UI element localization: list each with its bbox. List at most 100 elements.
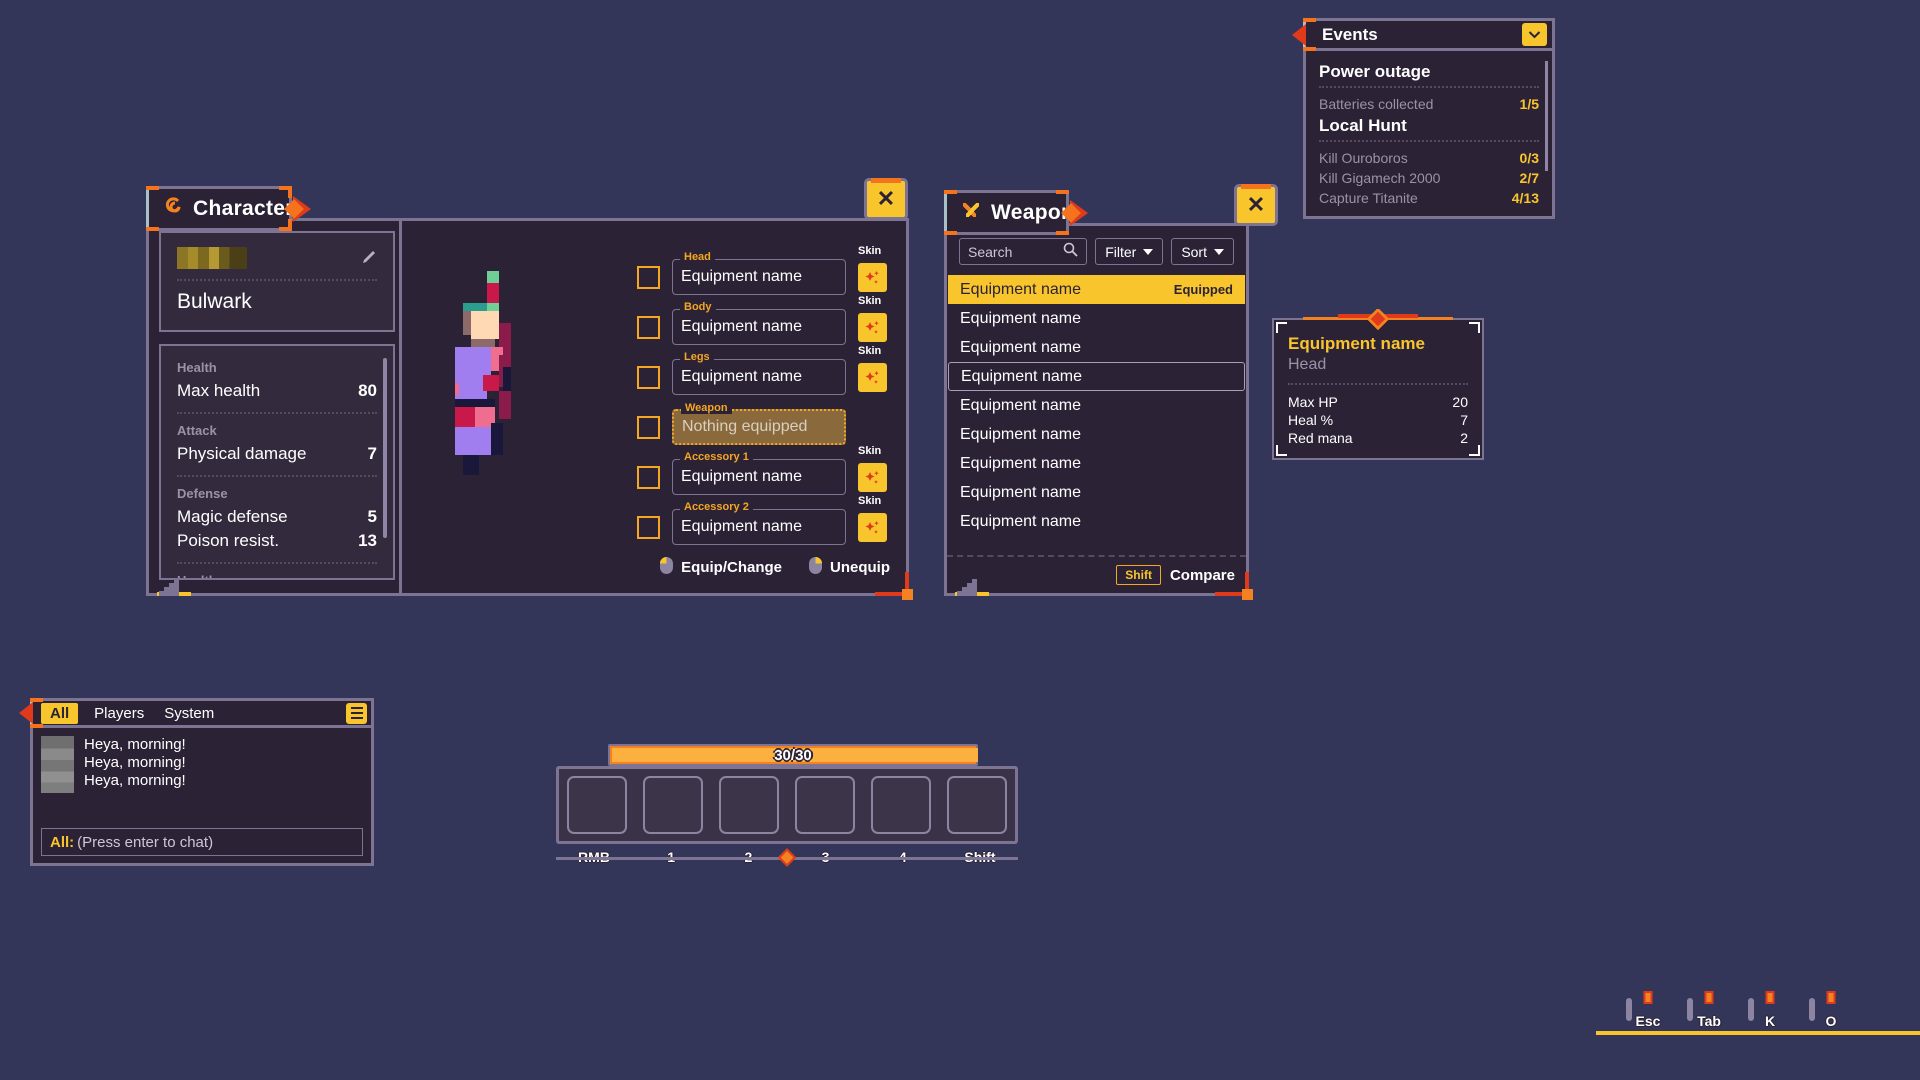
character-stats-card: Health Max health 80 Attack Physical dam… [159,344,395,580]
item-name: Equipment name [960,454,1081,472]
tab-corner-decoration [146,186,159,190]
objective-name: Kill Gigamech 2000 [1319,170,1441,186]
chat-tab-players[interactable]: Players [90,704,148,723]
keybutton-esc[interactable]: Esc [1626,991,1670,1029]
search-input[interactable] [968,243,1064,260]
keybutton-rail-decoration [1596,1031,1920,1035]
list-item[interactable]: Equipment name [948,304,1245,333]
hotbar-slot[interactable] [643,776,703,834]
close-icon: ✕ [876,186,896,211]
sparkle-icon[interactable] [858,362,887,392]
slot-value: Nothing equipped [682,418,808,435]
filter-dropdown[interactable]: Filter [1095,238,1164,265]
character-window-tab[interactable]: Character [146,186,311,231]
list-item[interactable]: Equipment name [948,333,1245,362]
events-header[interactable]: Events [1292,18,1555,51]
objective-row: Batteries collected 1/5 [1319,94,1539,114]
slot-checkbox-weapon[interactable] [637,415,660,439]
list-item[interactable]: Equipment name [948,420,1245,449]
weapon-window-tab[interactable]: Weapon [944,190,1088,235]
keybutton-tab[interactable]: Tab [1687,991,1731,1029]
list-item[interactable]: Equipment name [948,507,1245,536]
equip-change-action[interactable]: Equip/Change [659,556,782,579]
list-item[interactable]: Equipment name [948,478,1245,507]
stat-value: 20 [1452,394,1468,410]
stat-name: Magic defense [177,507,288,526]
character-panel-divider [399,221,402,593]
chat-messages: Heya, morning! Heya, morning! Heya, morn… [41,736,363,793]
slot-checkbox-legs[interactable] [637,365,660,389]
hamburger-menu-icon[interactable] [346,702,367,724]
slot-checkbox-accessory-2[interactable] [637,515,660,539]
chat-message: Heya, morning! [84,736,186,753]
tab-corner-decoration [1056,190,1069,194]
compare-label[interactable]: Compare [1170,567,1235,584]
list-item[interactable]: Equipment name [948,449,1245,478]
tooltip-gem-decoration [1278,307,1478,331]
slot-checkbox-head[interactable] [637,265,660,289]
character-equipment-column: Head Equipment name Skin Body Equipment … [407,231,896,583]
keybutton-o[interactable]: O [1809,991,1853,1029]
skin-label: Skin [858,244,882,257]
keybutton-k[interactable]: K [1748,991,1792,1029]
chat-input[interactable]: All: (Press enter to chat) [41,828,363,856]
sparkle-icon[interactable] [858,312,887,342]
chevron-down-icon[interactable] [1522,23,1547,46]
character-panel-body: Bulwark Health Max health 80 Attack Phys… [146,218,913,600]
slot-value: Equipment name [681,268,802,285]
stat-value: 7 [367,444,377,463]
hotbar-keybinds: RMB 1 2 3 4 Shift [556,846,1018,868]
list-item[interactable]: Equipment name [948,362,1245,391]
hotbar-slot[interactable] [871,776,931,834]
keybutton-pin-decoration [1704,991,1714,1004]
item-name: Equipment name [960,512,1081,530]
list-item[interactable]: Equipment name [948,391,1245,420]
sparkle-icon[interactable] [858,462,887,492]
objective-row: Kill Ouroboros 0/3 [1319,148,1539,168]
sort-dropdown[interactable]: Sort [1171,238,1234,265]
slot-checkbox-accessory-1[interactable] [637,465,660,489]
objective-row: Capture Titanite 4/13 [1319,188,1539,208]
filter-label: Filter [1105,243,1137,260]
item-name: Equipment name [960,309,1081,327]
character-window-title: Character [193,196,294,220]
hotbar-slot[interactable] [947,776,1007,834]
slot-field-head[interactable]: Head Equipment name [672,251,846,295]
stat-name: Physical damage [177,444,307,463]
weapon-close-button[interactable]: ✕ [1234,184,1278,226]
chat-tab-system[interactable]: System [160,704,218,723]
divider [177,562,377,564]
tooltip-subtitle: Head [1288,356,1327,373]
character-action-hints: Equip/Change Unequip [659,556,890,579]
equipment-slot-row: Weapon Nothing equipped [637,402,887,445]
chat-channel-prefix: All: [50,833,75,851]
slot-field-accessory-2[interactable]: Accessory 2 Equipment name [672,501,846,545]
list-item[interactable]: Equipment name Equipped [948,275,1245,304]
equipment-slot-row: Accessory 2 Equipment name Skin [637,495,887,545]
character-window: Character Bulwark Health Max health 80 A… [146,178,913,600]
unequip-action[interactable]: Unequip [808,556,890,579]
equipment-slot-row: Accessory 1 Equipment name Skin [637,445,887,495]
sparkle-icon[interactable] [858,512,887,542]
slot-field-body[interactable]: Body Equipment name [672,301,846,345]
slot-checkbox-body[interactable] [637,315,660,339]
hotbar-slot[interactable] [795,776,855,834]
hotbar-slot[interactable] [719,776,779,834]
stats-scrollbar[interactable] [383,358,387,538]
weapon-window: Weapon Filter [944,184,1278,600]
slot-field-legs[interactable]: Legs Equipment name [672,351,846,395]
search-field[interactable] [959,238,1088,265]
sparkle-icon[interactable] [858,262,887,292]
character-close-button[interactable]: ✕ [864,178,908,220]
events-scrollbar[interactable] [1545,61,1548,171]
tooltip-stat-row: Heal % 7 [1288,411,1468,429]
pencil-icon[interactable] [361,249,379,267]
chat-tab-all[interactable]: All [41,702,79,724]
slot-field-weapon[interactable]: Weapon Nothing equipped [672,402,846,445]
stat-group-label: Health [177,573,377,578]
keybutton-label: K [1764,1013,1776,1029]
hotbar-slot[interactable] [567,776,627,834]
tab-corner-decoration [288,186,292,198]
slot-field-accessory-1[interactable]: Accessory 1 Equipment name [672,451,846,495]
tab-corner-decoration [1056,231,1069,235]
